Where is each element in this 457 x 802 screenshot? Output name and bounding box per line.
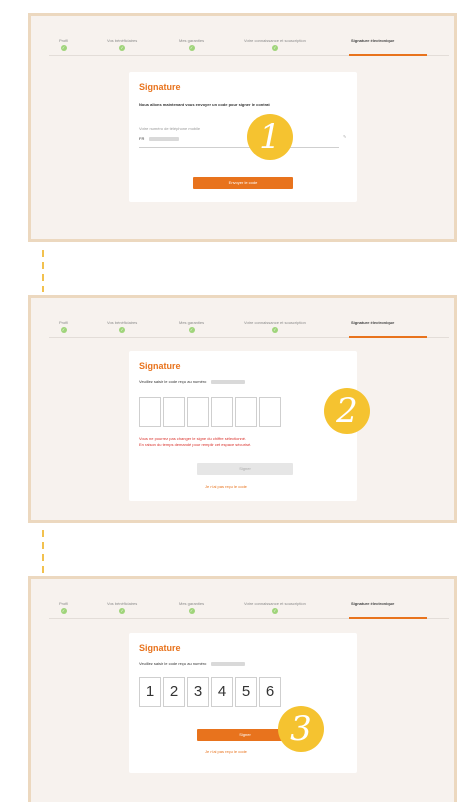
step1-screenshot: Profil ✓ Vos bénéficiaires ✓ Mes garanties… [28, 13, 457, 242]
tab-signature[interactable]: Signature électronique [351, 38, 394, 43]
tab-garanties[interactable]: Mes garanties ✓ [179, 320, 204, 333]
code-digit-3[interactable]: 3 [187, 677, 209, 707]
progress-tabs: Profil ✓ Vos bénéficiaires ✓ Mes garanties… [49, 601, 449, 623]
tab-souscription[interactable]: Votre connaissance et souscription ✓ [244, 601, 306, 614]
signature-card: Signature Nous allons maintenant vous en… [129, 72, 357, 202]
send-code-button[interactable]: Envoyer le code [193, 177, 293, 189]
error-message-1: Vous ne pourrez pas changer le signe du … [139, 436, 247, 441]
progress-tabs: Profil ✓ Vos bénéficiaires ✓ Mes garanties… [49, 320, 449, 342]
check-icon: ✓ [188, 45, 195, 51]
step-1-badge: 1 [247, 114, 293, 160]
check-icon: ✓ [271, 608, 278, 614]
code-digit-5[interactable] [235, 397, 257, 427]
phone-prefix: FR [139, 136, 145, 141]
check-icon: ✓ [271, 327, 278, 333]
code-input-group [139, 397, 299, 427]
resend-code-link[interactable]: Je n'ai pas reçu le code [205, 749, 247, 754]
check-icon: ✓ [60, 45, 67, 51]
check-icon: ✓ [119, 45, 126, 51]
phone-underline [139, 147, 339, 148]
code-digit-5[interactable]: 5 [235, 677, 257, 707]
progress-tabs: Profil ✓ Vos bénéficiaires ✓ Mes garanties… [49, 38, 449, 60]
masked-phone [210, 661, 245, 666]
tab-beneficiaires[interactable]: Vos bénéficiaires ✓ [107, 601, 137, 614]
tab-beneficiaires[interactable]: Vos bénéficiaires ✓ [107, 38, 137, 51]
code-digit-1[interactable] [139, 397, 161, 427]
instruction-text: Veuillez saisir le code reçu au numéro [139, 379, 245, 384]
phone-field[interactable]: FR [139, 136, 180, 141]
tab-souscription[interactable]: Votre connaissance et souscription ✓ [244, 320, 306, 333]
active-tab-underline [349, 336, 427, 338]
tab-signature[interactable]: Signature électronique [351, 320, 394, 325]
error-message-2: En raison du temps demandé pour remplir … [139, 442, 252, 447]
code-digit-4[interactable] [211, 397, 233, 427]
step2-screenshot: Profil ✓ Vos bénéficiaires ✓ Mes garanties… [28, 295, 457, 523]
step-2-badge: 2 [324, 388, 370, 434]
edit-icon[interactable]: ✎ [343, 134, 346, 139]
check-icon: ✓ [60, 327, 67, 333]
tab-beneficiaires[interactable]: Vos bénéficiaires ✓ [107, 320, 137, 333]
code-digit-1[interactable]: 1 [139, 677, 161, 707]
code-digit-2[interactable]: 2 [163, 677, 185, 707]
resend-code-link[interactable]: Je n'ai pas reçu le code [205, 484, 247, 489]
code-input-group: 1 2 3 4 5 6 [139, 677, 299, 707]
code-digit-6[interactable]: 6 [259, 677, 281, 707]
code-digit-4[interactable]: 4 [211, 677, 233, 707]
check-icon: ✓ [271, 45, 278, 51]
step-3-badge: 3 [278, 706, 324, 752]
check-icon: ✓ [188, 608, 195, 614]
check-icon: ✓ [119, 327, 126, 333]
card-title: Signature [139, 361, 181, 371]
check-icon: ✓ [188, 327, 195, 333]
masked-phone [210, 379, 245, 384]
active-tab-underline [349, 617, 427, 619]
phone-number [149, 136, 180, 141]
tab-souscription[interactable]: Votre connaissance et souscription ✓ [244, 38, 306, 51]
code-digit-3[interactable] [187, 397, 209, 427]
tab-profil[interactable]: Profil ✓ [59, 320, 68, 333]
tab-profil[interactable]: Profil ✓ [59, 601, 68, 614]
check-icon: ✓ [119, 608, 126, 614]
step3-screenshot: Profil ✓ Vos bénéficiaires ✓ Mes garanties… [28, 576, 457, 802]
check-icon: ✓ [60, 608, 67, 614]
tab-profil[interactable]: Profil ✓ [59, 38, 68, 51]
tab-garanties[interactable]: Mes garanties ✓ [179, 38, 204, 51]
tab-garanties[interactable]: Mes garanties ✓ [179, 601, 204, 614]
card-title: Signature [139, 82, 181, 92]
active-tab-underline [349, 54, 427, 56]
phone-label: Votre numéro de téléphone mobile [139, 126, 201, 131]
tab-signature[interactable]: Signature électronique [351, 601, 394, 606]
signature-card: Signature Veuillez saisir le code reçu a… [129, 351, 357, 501]
code-digit-6[interactable] [259, 397, 281, 427]
code-digit-2[interactable] [163, 397, 185, 427]
signature-card: Signature Veuillez saisir le code reçu a… [129, 633, 357, 773]
instruction-text: Veuillez saisir le code reçu au numéro [139, 661, 245, 666]
intro-text: Nous allons maintenant vous envoyer un c… [139, 102, 270, 107]
sign-button[interactable]: Signer [197, 463, 293, 475]
card-title: Signature [139, 643, 181, 653]
